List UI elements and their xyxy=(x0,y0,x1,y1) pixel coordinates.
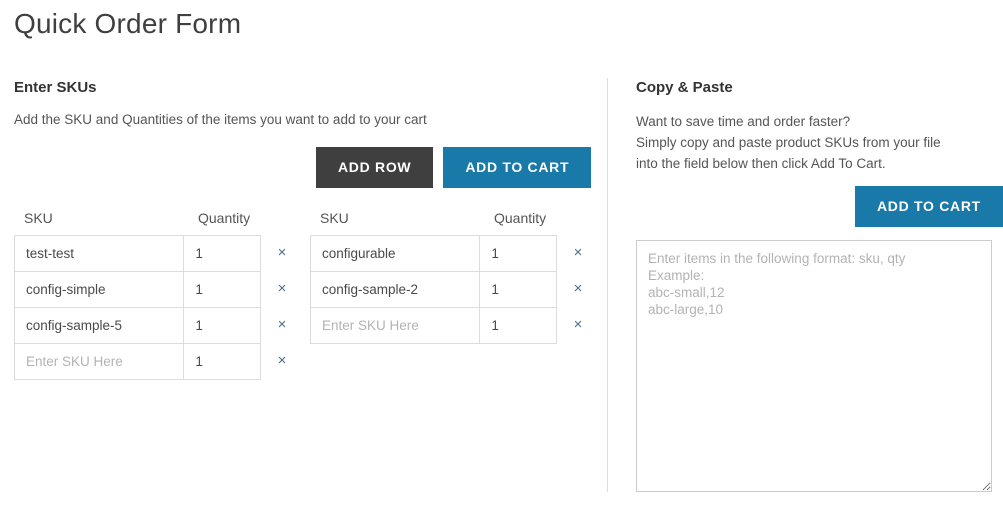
add-to-cart-button-paste[interactable]: ADD TO CART xyxy=(855,186,1003,227)
sku-input[interactable] xyxy=(311,236,480,271)
quantity-input[interactable] xyxy=(480,308,556,343)
add-to-cart-button-skus[interactable]: ADD TO CART xyxy=(443,147,592,188)
quantity-cell xyxy=(184,344,260,379)
quantity-input[interactable] xyxy=(184,236,260,271)
copy-paste-description-line-3: into the field below then click Add To C… xyxy=(636,156,886,171)
sku-table-2: SKU Quantity × × xyxy=(310,209,596,344)
table-row: × xyxy=(311,236,582,272)
quantity-cell xyxy=(480,272,556,307)
table-row: × xyxy=(15,344,286,380)
quantity-input[interactable] xyxy=(184,272,260,307)
copy-paste-description-line-1: Want to save time and order faster? xyxy=(636,114,851,129)
copy-paste-heading: Copy & Paste xyxy=(636,79,733,96)
sku-input[interactable] xyxy=(311,272,480,307)
table-row: × xyxy=(15,236,286,272)
sku-cell xyxy=(15,308,185,343)
panel-divider xyxy=(607,78,608,492)
close-icon[interactable]: × xyxy=(569,316,587,334)
sku-cell xyxy=(15,344,185,379)
sku-cell xyxy=(15,272,185,307)
close-icon[interactable]: × xyxy=(273,280,291,298)
table-row: × xyxy=(311,272,582,308)
sku-input[interactable] xyxy=(15,272,184,307)
sku-table-2-rows: × × × xyxy=(310,235,582,344)
quantity-input[interactable] xyxy=(184,344,260,379)
close-icon[interactable]: × xyxy=(569,280,587,298)
copy-paste-button-row: ADD TO CART xyxy=(855,186,1003,227)
copy-paste-description-line-2: Simply copy and paste product SKUs from … xyxy=(636,135,941,150)
sku-input[interactable] xyxy=(15,308,184,343)
paste-skus-textarea[interactable] xyxy=(636,240,992,492)
copy-paste-description: Want to save time and order faster? Simp… xyxy=(636,111,992,174)
sku-cell xyxy=(311,272,481,307)
quantity-cell xyxy=(184,308,260,343)
enter-skus-heading: Enter SKUs xyxy=(14,79,97,96)
column-header-quantity: Quantity xyxy=(494,210,547,226)
close-icon[interactable]: × xyxy=(273,316,291,334)
sku-cell xyxy=(311,308,481,343)
close-icon[interactable]: × xyxy=(273,244,291,262)
quantity-input[interactable] xyxy=(480,272,556,307)
sku-cell xyxy=(15,236,185,271)
quantity-cell xyxy=(184,236,260,271)
sku-table-1-rows: × × × xyxy=(14,235,286,380)
table-row: × xyxy=(15,308,286,344)
table-row: × xyxy=(15,272,286,308)
column-header-quantity: Quantity xyxy=(198,210,251,226)
close-icon[interactable]: × xyxy=(273,352,291,370)
enter-skus-panel: Enter SKUs Add the SKU and Quantities of… xyxy=(14,78,594,498)
table-row: × xyxy=(311,308,582,344)
quantity-input[interactable] xyxy=(480,236,556,271)
sku-input[interactable] xyxy=(15,236,184,271)
page-title: Quick Order Form xyxy=(14,8,242,39)
sku-table-2-header: SKU Quantity xyxy=(310,209,596,235)
sku-table-1: SKU Quantity × × xyxy=(14,209,300,380)
sku-cell xyxy=(311,236,481,271)
close-icon[interactable]: × xyxy=(569,244,587,262)
quantity-cell xyxy=(480,236,556,271)
quantity-cell xyxy=(184,272,260,307)
column-header-sku: SKU xyxy=(320,210,349,226)
enter-skus-button-row: ADD ROW ADD TO CART xyxy=(316,147,592,188)
enter-skus-description: Add the SKU and Quantities of the items … xyxy=(14,112,427,127)
add-row-button[interactable]: ADD ROW xyxy=(316,147,434,188)
column-header-sku: SKU xyxy=(24,210,53,226)
copy-paste-panel: Copy & Paste Want to save time and order… xyxy=(636,78,1003,492)
quantity-input[interactable] xyxy=(184,308,260,343)
sku-table-1-header: SKU Quantity xyxy=(14,209,300,235)
quantity-cell xyxy=(480,308,556,343)
sku-input[interactable] xyxy=(15,344,184,379)
sku-input[interactable] xyxy=(311,308,480,343)
